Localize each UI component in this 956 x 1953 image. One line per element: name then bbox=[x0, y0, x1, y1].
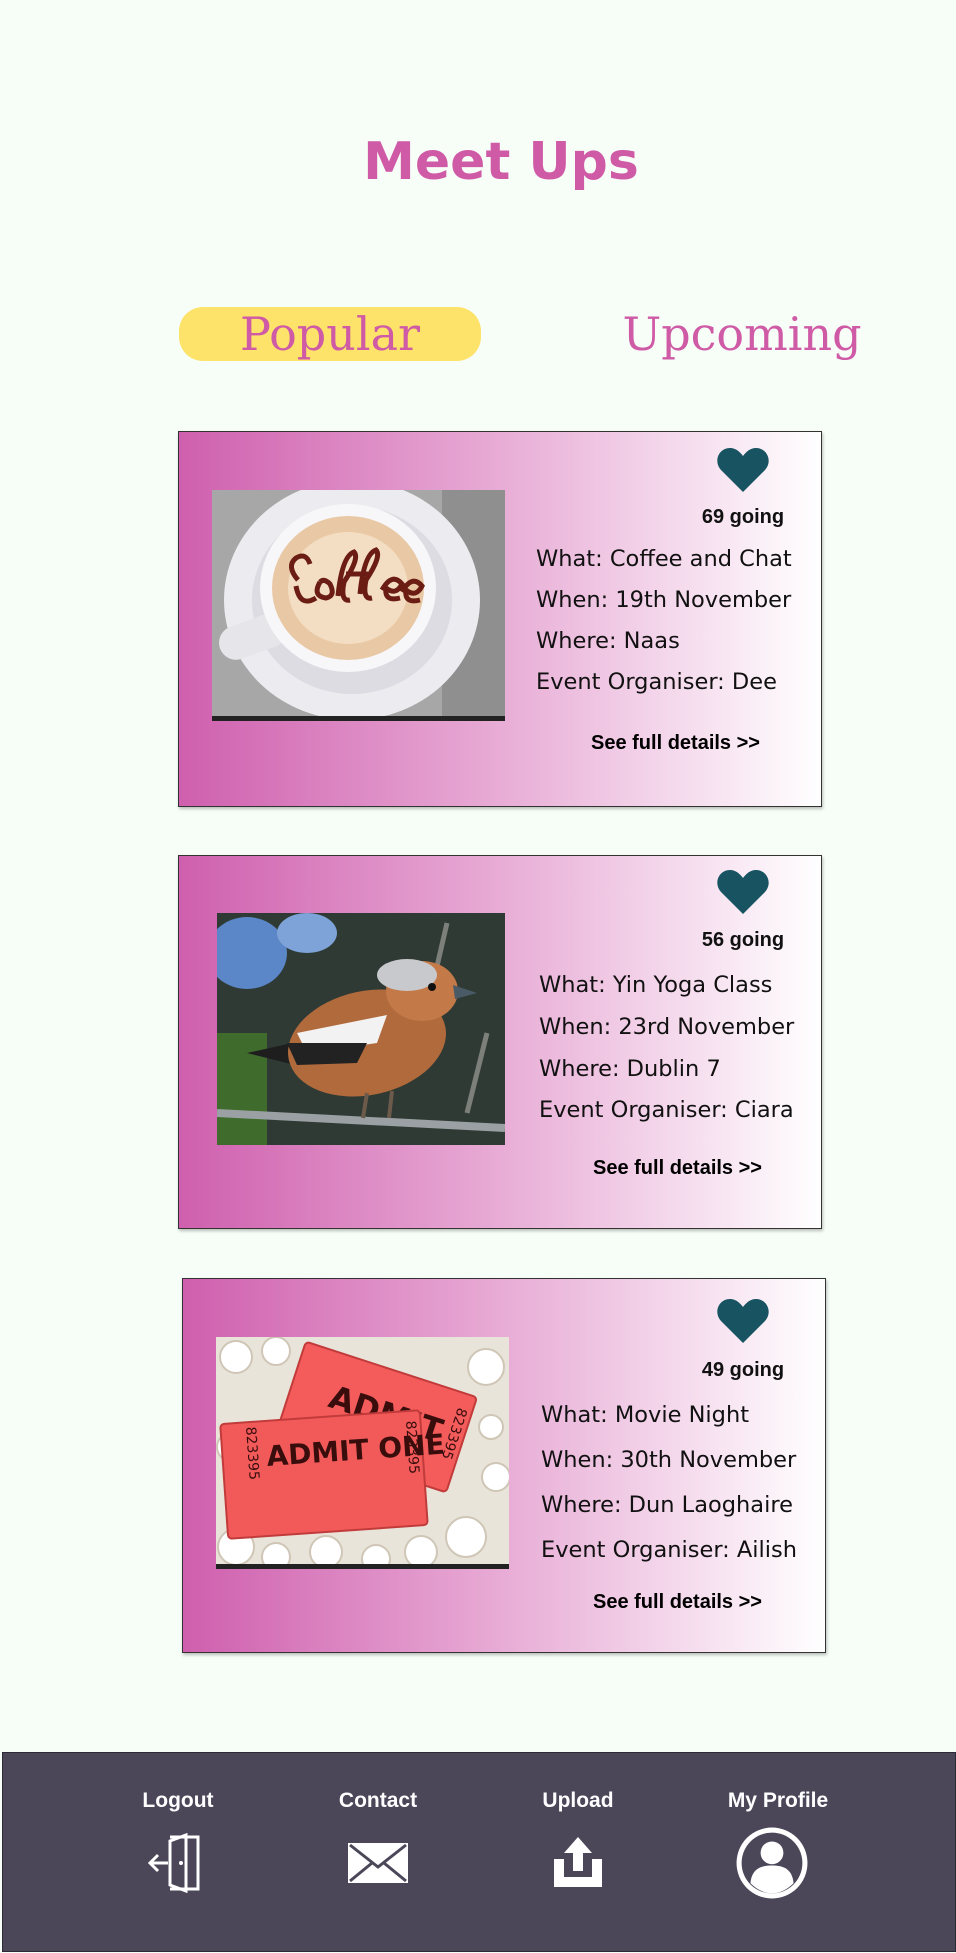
movie-tickets-image: ADMIT 823395 ADMIT ONE 823395 823395 bbox=[216, 1337, 509, 1569]
bird-image bbox=[217, 913, 505, 1145]
nav-label: My Profile bbox=[727, 1789, 829, 1812]
nav-label: Logout bbox=[142, 1789, 214, 1812]
heart-icon[interactable] bbox=[717, 1299, 769, 1343]
nav-contact[interactable]: Contact bbox=[298, 1753, 458, 1953]
see-full-details-link[interactable]: See full details >> bbox=[593, 1591, 762, 1614]
event-organiser: Event Organiser: Ciara bbox=[539, 1097, 794, 1123]
logout-door-icon bbox=[148, 1833, 200, 1893]
heart-icon[interactable] bbox=[717, 448, 769, 492]
going-count: 69 going bbox=[701, 506, 785, 528]
event-when: When: 23rd November bbox=[539, 1014, 795, 1040]
page-title: Meet Ups bbox=[363, 132, 639, 192]
see-full-details-link[interactable]: See full details >> bbox=[593, 1157, 762, 1180]
tab-popular[interactable]: Popular bbox=[179, 307, 481, 361]
tab-upcoming[interactable]: Upcoming bbox=[612, 307, 872, 361]
nav-label: Upload bbox=[542, 1789, 614, 1812]
event-where: Where: Dun Laoghaire bbox=[541, 1492, 793, 1518]
event-what: What: Yin Yoga Class bbox=[539, 972, 773, 998]
event-organiser: Event Organiser: Dee bbox=[536, 669, 777, 695]
envelope-icon bbox=[348, 1843, 408, 1883]
event-where: Where: Naas bbox=[536, 628, 680, 654]
event-card[interactable]: 69 going What: Coffee and Chat When: 19t… bbox=[178, 431, 822, 807]
upload-icon bbox=[554, 1837, 602, 1887]
profile-user-icon bbox=[736, 1827, 808, 1899]
nav-logout[interactable]: Logout bbox=[98, 1753, 258, 1953]
heart-icon[interactable] bbox=[717, 870, 769, 914]
event-card[interactable]: ADMIT 823395 ADMIT ONE 823395 823395 49 … bbox=[182, 1278, 826, 1653]
event-what: What: Movie Night bbox=[541, 1402, 750, 1428]
bottom-nav-bar: Logout Contact Upload My Profile bbox=[2, 1752, 956, 1952]
event-where: Where: Dublin 7 bbox=[539, 1056, 721, 1082]
nav-upload[interactable]: Upload bbox=[498, 1753, 658, 1953]
event-when: When: 30th November bbox=[541, 1447, 797, 1473]
event-what: What: Coffee and Chat bbox=[536, 546, 792, 572]
event-card[interactable]: 56 going What: Yin Yoga Class When: 23rd… bbox=[178, 855, 822, 1229]
see-full-details-link[interactable]: See full details >> bbox=[591, 732, 760, 755]
event-when: When: 19th November bbox=[536, 587, 792, 613]
nav-my-profile[interactable]: My Profile bbox=[698, 1753, 858, 1953]
nav-label: Contact bbox=[338, 1789, 418, 1812]
coffee-cup-image bbox=[212, 490, 505, 721]
going-count: 49 going bbox=[701, 1359, 785, 1381]
going-count: 56 going bbox=[701, 929, 785, 951]
event-organiser: Event Organiser: Ailish bbox=[541, 1537, 798, 1563]
